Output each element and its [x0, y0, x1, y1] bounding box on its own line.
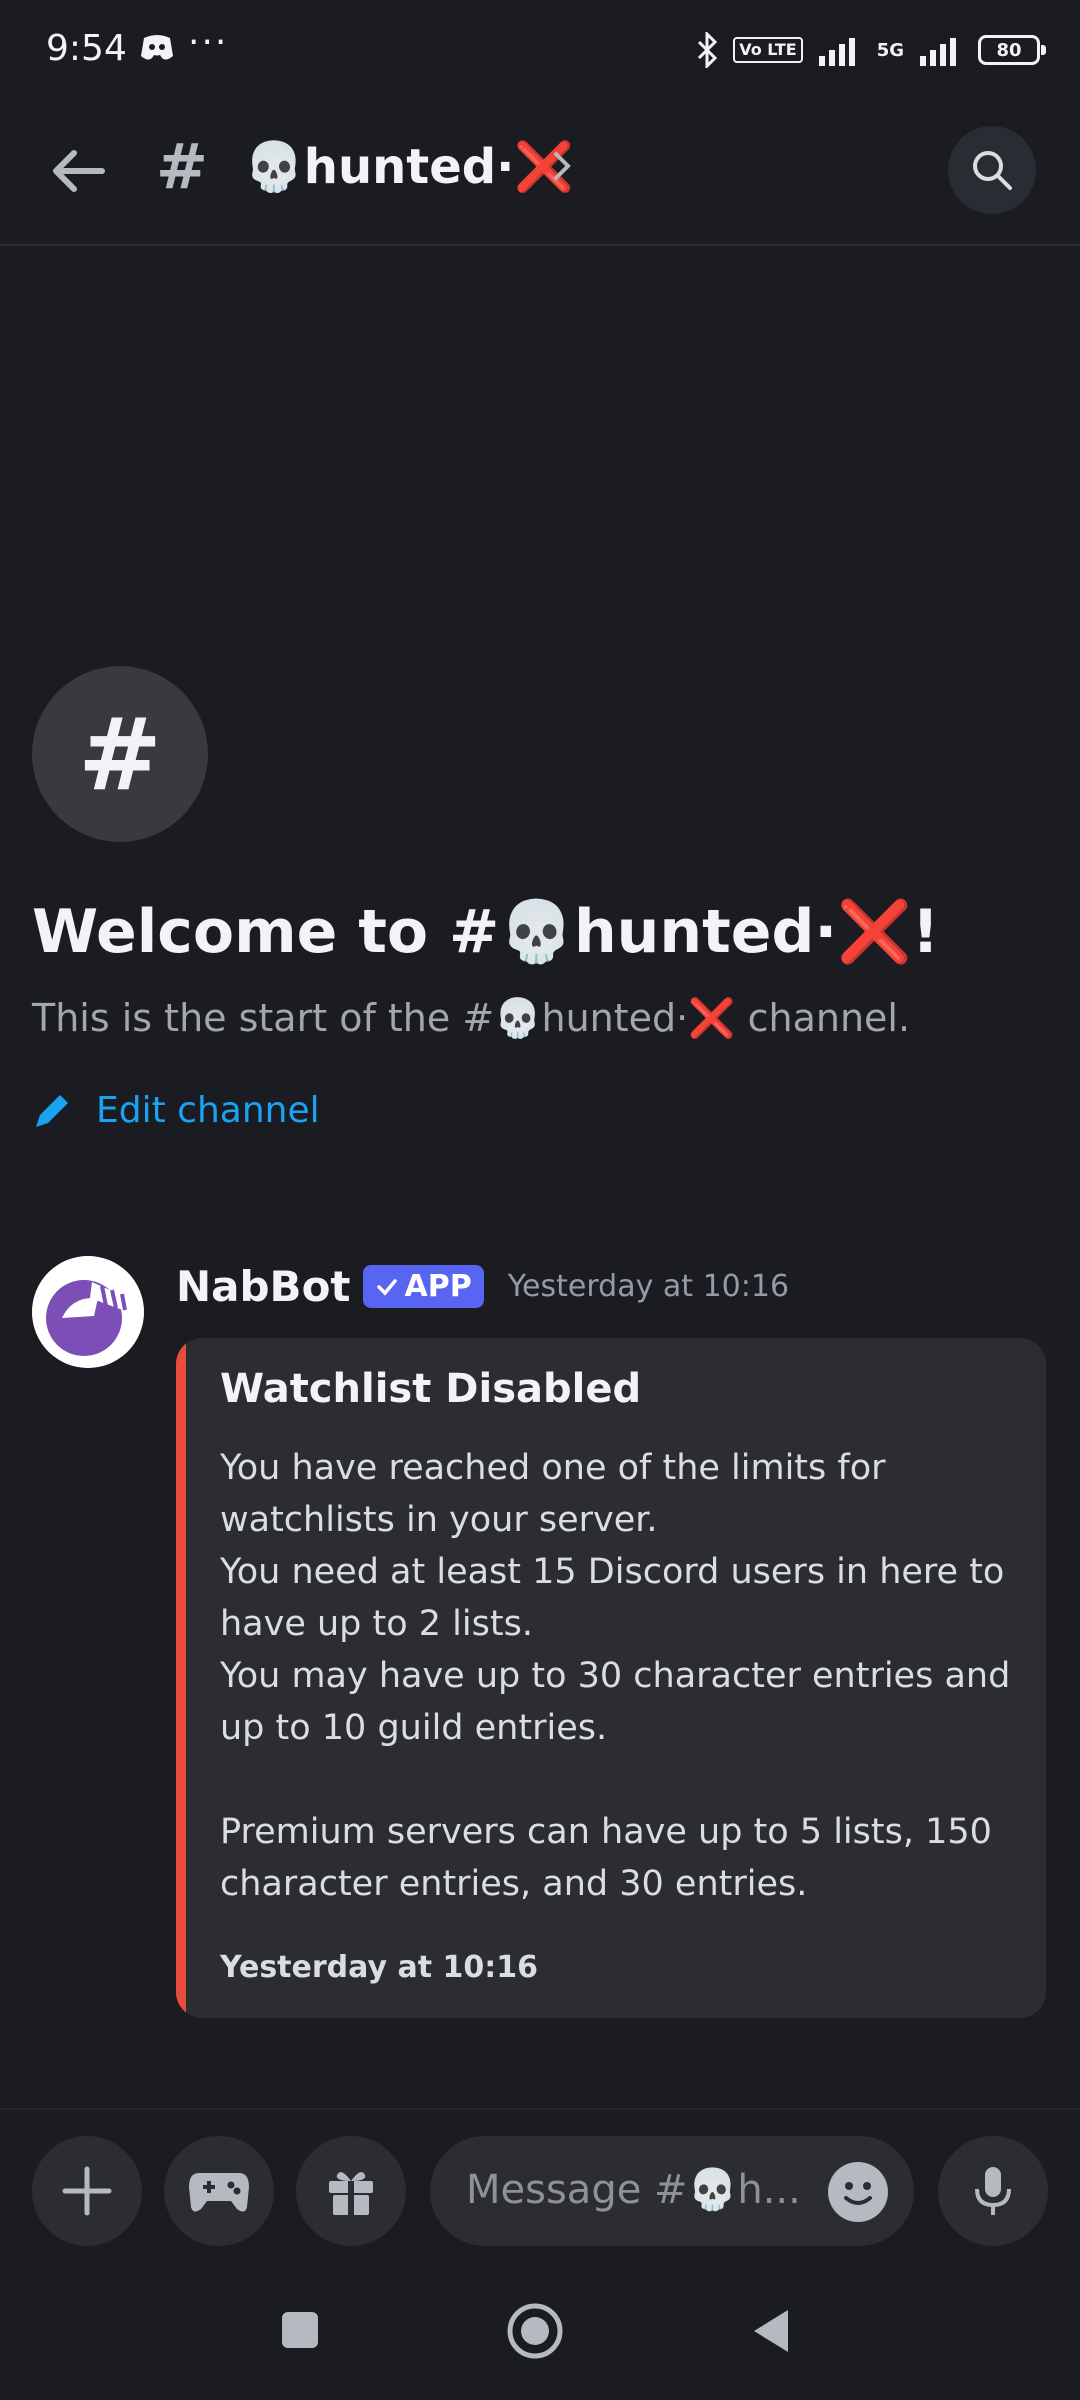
emoji-button[interactable] [828, 2162, 888, 2222]
volte-badge: Vo LTE [733, 37, 803, 63]
gamepad-icon [189, 2173, 249, 2212]
recents-square-icon[interactable] [280, 2310, 320, 2350]
status-indicators: Vo LTE 5G 80 [695, 30, 1046, 70]
back-arrow-icon[interactable] [42, 135, 114, 207]
edit-channel-label: Edit channel [96, 1090, 320, 1131]
system-navigation-bar [0, 2280, 1080, 2400]
signal-icon [818, 38, 855, 66]
status-bar: 9:54 ··· Vo LTE 5G 80 [0, 0, 1080, 100]
battery-level: 80 [996, 39, 1022, 61]
embed-accent-bar [176, 1338, 186, 2018]
welcome-title: Welcome to #💀hunted·❌! [32, 897, 940, 967]
embed-description: You have reached one of the limits for w… [220, 1442, 1020, 1910]
embed-line: You have reached one of the limits for w… [220, 1448, 886, 1540]
message-embed: Watchlist Disabled You have reached one … [176, 1338, 1046, 2018]
pencil-icon [36, 1094, 68, 1127]
channel-hash-icon: # [156, 130, 208, 203]
add-attachment-button[interactable] [32, 2136, 142, 2246]
message-header: NabBot APP Yesterday at 10:16 [176, 1262, 789, 1311]
embed-line: You need at least 15 Discord users in he… [220, 1552, 1005, 1644]
embed-footer: Yesterday at 10:16 [220, 1950, 538, 1985]
battery-icon: 80 [978, 35, 1046, 65]
app-badge-label: APP [404, 1269, 472, 1304]
back-triangle-icon[interactable] [750, 2308, 792, 2354]
message-input[interactable]: Message #💀h... [430, 2136, 914, 2246]
gift-button[interactable] [296, 2136, 406, 2246]
microphone-icon [975, 2167, 1011, 2215]
edit-channel-button[interactable]: Edit channel [32, 1090, 320, 1131]
discord-notification-icon [141, 35, 173, 60]
network-type: 5G [876, 39, 904, 61]
signal-icon-2 [920, 38, 956, 66]
status-time: 9:54 [46, 28, 127, 69]
nabbot-avatar-image [32, 1256, 144, 1368]
check-icon [376, 1278, 397, 1296]
search-button[interactable] [948, 126, 1036, 214]
message-timestamp: Yesterday at 10:16 [507, 1269, 790, 1304]
voice-message-button[interactable] [938, 2136, 1048, 2246]
channel-header: # 💀hunted·❌ [0, 110, 1080, 246]
home-circle-icon[interactable] [506, 2302, 564, 2360]
plus-icon [62, 2166, 112, 2216]
channel-title[interactable]: 💀hunted·❌ [244, 138, 574, 195]
message-placeholder: Message #💀h... [466, 2167, 801, 2213]
message-composer: Message #💀h... [0, 2108, 1080, 2280]
avatar[interactable] [32, 1256, 144, 1368]
embed-line: You may have up to 30 character entries … [220, 1656, 1011, 1748]
author-name[interactable]: NabBot [176, 1262, 351, 1311]
gift-icon [329, 2172, 373, 2215]
search-icon [973, 151, 1012, 190]
channel-avatar: # [32, 666, 208, 842]
chevron-right-icon[interactable] [548, 146, 578, 186]
app-badge: APP [362, 1265, 484, 1308]
activities-button[interactable] [164, 2136, 274, 2246]
welcome-subtitle: This is the start of the #💀hunted·❌ chan… [32, 996, 911, 1040]
smiley-icon [844, 2182, 872, 2205]
bluetooth-icon [698, 32, 718, 68]
embed-title: Watchlist Disabled [220, 1366, 642, 1412]
status-more-dots: ··· [188, 22, 229, 63]
embed-premium-line: Premium servers can have up to 5 lists, … [220, 1812, 992, 1904]
